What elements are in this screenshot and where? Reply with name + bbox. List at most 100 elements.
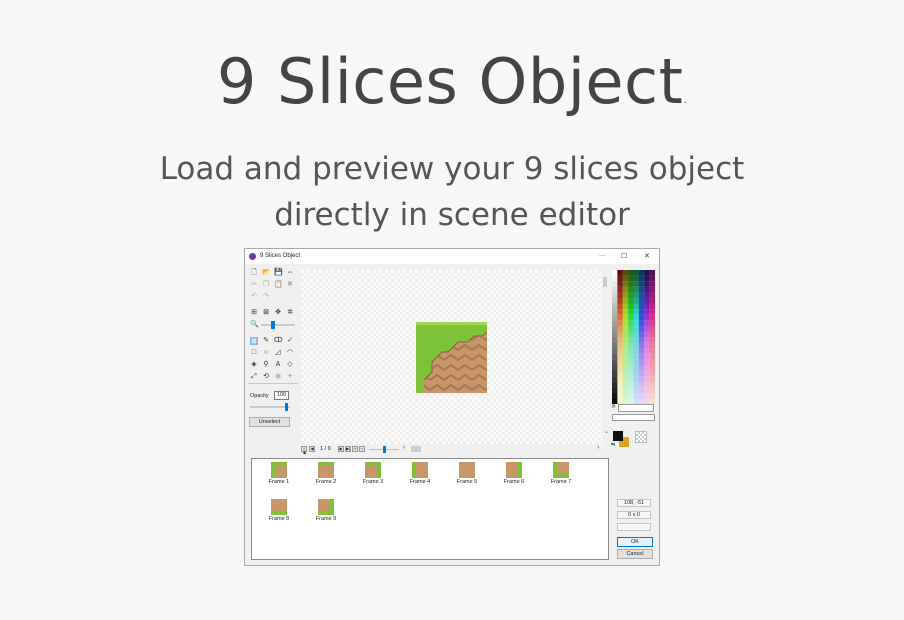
palette-swatch[interactable] [628,348,634,354]
open-folder-icon[interactable]: 📂 [262,269,271,277]
palette-swatch[interactable] [617,359,623,366]
palette-swatch[interactable] [638,281,645,287]
palette-swatch[interactable] [612,314,618,321]
rectangle-icon[interactable]: □ [250,349,258,357]
palette-swatch[interactable] [638,303,645,310]
rect-select-icon[interactable]: ⬚ [250,337,258,345]
palette-swatch[interactable] [638,342,645,349]
frame-item[interactable]: Frame 2 [312,462,340,492]
palette-swatch[interactable] [633,309,639,315]
frame-speed-slider-thumb[interactable] [383,446,386,453]
palette-swatch[interactable] [644,370,650,377]
palette-swatch[interactable] [622,337,629,343]
palette-swatch[interactable] [633,387,639,393]
palette-swatch[interactable] [612,348,618,354]
palette-swatch[interactable] [612,392,618,399]
palette-swatch[interactable] [617,381,623,388]
frame-item[interactable]: Frame 8 [265,499,293,529]
new-file-icon[interactable]: 🗋 [250,269,258,277]
color-palette[interactable] [612,270,655,404]
palette-swatch[interactable] [644,337,650,343]
palette-swatch[interactable] [622,325,629,332]
palette-swatch[interactable] [644,387,650,393]
palette-swatch[interactable] [622,353,629,360]
palette-swatch[interactable] [649,364,655,371]
palette-swatch[interactable] [612,270,618,276]
palette-swatch[interactable] [633,342,639,349]
palette-swatch[interactable] [612,370,618,377]
palette-swatch[interactable] [638,381,645,388]
hex-color-input[interactable] [618,404,654,412]
palette-swatch[interactable] [628,331,634,338]
palette-swatch[interactable] [617,387,623,393]
unselect-button[interactable]: Unselect [249,417,290,427]
palette-swatch[interactable] [644,381,650,388]
palette-swatch[interactable] [638,337,645,343]
palette-swatch[interactable] [638,348,645,354]
zoom-slider-thumb[interactable] [270,321,275,329]
minimize-button[interactable]: — [599,252,606,259]
palette-swatch[interactable] [612,376,618,382]
prev-page-button[interactable]: ◀ [309,446,315,452]
palette-swatch[interactable] [628,376,634,382]
sparkle-icon[interactable]: ✦ [286,373,294,381]
save-icon[interactable]: 💾 [274,269,283,277]
palette-swatch[interactable] [617,281,623,287]
palette-swatch[interactable] [638,320,645,326]
canvas-horizontal-scroll-thumb[interactable] [411,446,421,452]
cut-icon[interactable]: ✂ [250,281,258,289]
palette-swatch[interactable] [644,292,650,299]
canvas-vertical-scrollbar[interactable] [602,270,608,444]
palette-swatch[interactable] [633,392,639,399]
palette-swatch[interactable] [649,376,655,382]
palette-swatch[interactable] [612,281,618,287]
palette-swatch[interactable] [638,325,645,332]
lasso-icon[interactable]: ↀ [274,337,283,345]
palette-swatch[interactable] [649,381,655,388]
brush-icon[interactable]: ✓ [286,337,294,345]
palette-swatch[interactable] [638,353,645,360]
palette-swatch[interactable] [617,370,623,377]
cancel-button[interactable]: Cancel [617,549,653,559]
palette-swatch[interactable] [612,320,618,326]
palette-swatch[interactable] [617,303,623,310]
palette-swatch[interactable] [638,364,645,371]
palette-swatch[interactable] [628,364,634,371]
eyedropper-icon[interactable]: ⚲ [262,361,270,369]
close-button[interactable]: ✕ [644,252,650,260]
palette-swatch[interactable] [622,370,629,377]
palette-swatch[interactable] [644,325,650,332]
palette-swatch[interactable] [622,314,629,321]
palette-swatch[interactable] [617,320,623,326]
palette-swatch[interactable] [612,381,618,388]
palette-swatch[interactable] [628,275,634,282]
palette-swatch[interactable] [633,353,639,360]
palette-swatch[interactable] [617,342,623,349]
palette-swatch[interactable] [633,281,639,287]
palette-swatch[interactable] [649,309,655,315]
palette-swatch[interactable] [649,292,655,299]
palette-swatch[interactable] [628,281,634,287]
palette-swatch[interactable] [638,331,645,338]
palette-swatch[interactable] [612,303,618,310]
palette-swatch[interactable] [649,337,655,343]
palette-swatch[interactable] [628,309,634,315]
palette-swatch[interactable] [633,320,639,326]
palette-swatch[interactable] [638,286,645,293]
palette-swatch[interactable] [617,292,623,299]
move-icon[interactable]: ✥ [274,309,282,317]
palette-swatch[interactable] [649,303,655,310]
palette-swatch[interactable] [649,270,655,276]
palette-swatch[interactable] [644,392,650,399]
canvas-vertical-scroll-thumb[interactable] [603,277,607,287]
palette-swatch[interactable] [612,359,618,366]
palette-swatch[interactable] [644,309,650,315]
palette-swatch[interactable] [617,286,623,293]
palette-swatch[interactable] [649,370,655,377]
palette-swatch[interactable] [628,270,634,276]
swap-colors-icon[interactable]: ⇆ [611,442,615,448]
palette-swatch[interactable] [644,353,650,360]
opacity-input[interactable]: 100 [274,391,289,400]
add-frame-button[interactable]: + [352,446,358,452]
palette-swatch[interactable] [612,309,618,315]
